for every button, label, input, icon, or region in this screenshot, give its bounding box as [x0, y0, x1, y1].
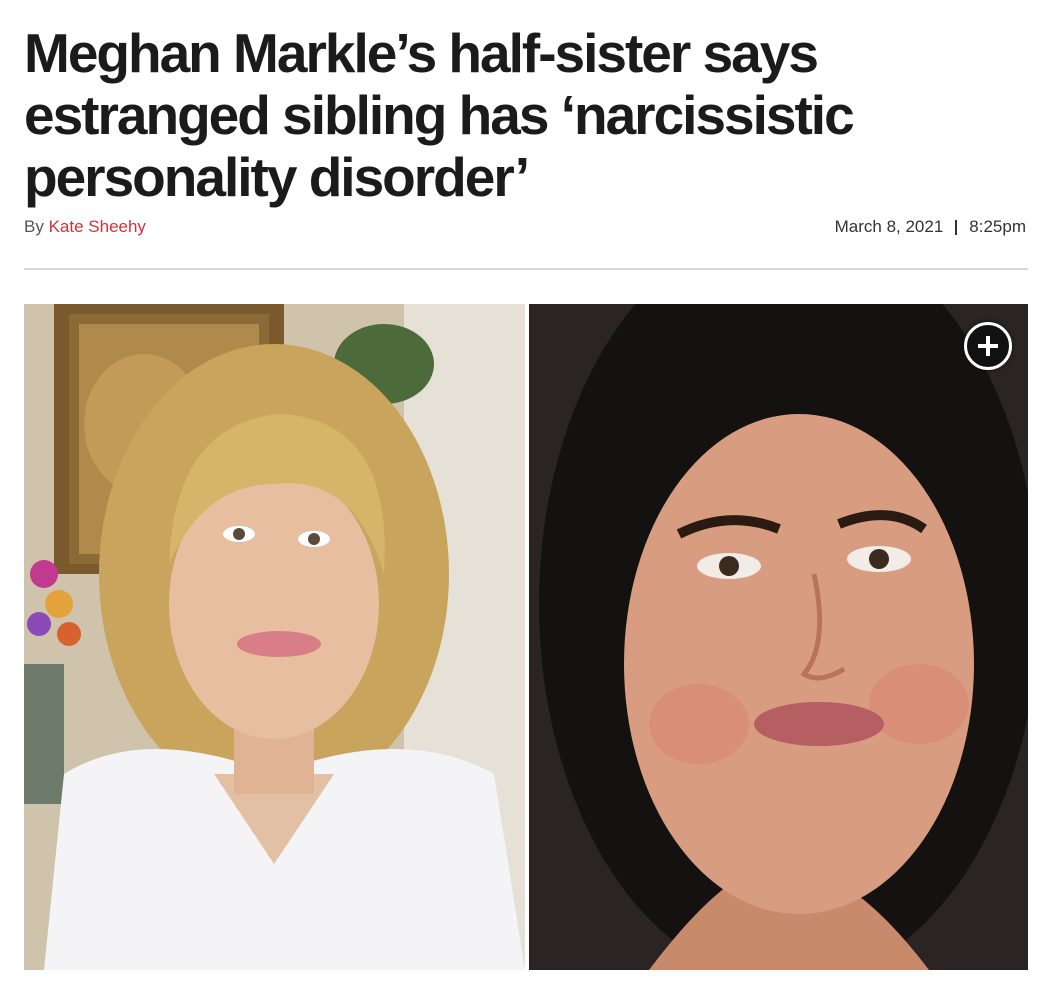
header-divider: [24, 268, 1028, 270]
author-link[interactable]: Kate Sheehy: [49, 217, 146, 236]
plus-icon-vertical: [986, 336, 990, 356]
publish-dateline: March 8, 2021 8:25pm: [835, 217, 1026, 237]
photo-right-illustration: [529, 304, 1028, 970]
photo-right: [529, 304, 1028, 970]
bottom-strip: [0, 970, 1050, 993]
publish-time: 8:25pm: [969, 217, 1026, 236]
byline: By Kate Sheehy: [24, 217, 146, 237]
publish-date: March 8, 2021: [834, 217, 944, 236]
expand-image-button[interactable]: [964, 322, 1012, 370]
byline-prefix: By: [24, 217, 44, 236]
article-headline: Meghan Markle’s half-sister says estrang…: [24, 22, 855, 208]
photo-left: [24, 304, 525, 970]
photo-left-illustration: [24, 304, 525, 970]
date-time-separator: [955, 219, 958, 235]
